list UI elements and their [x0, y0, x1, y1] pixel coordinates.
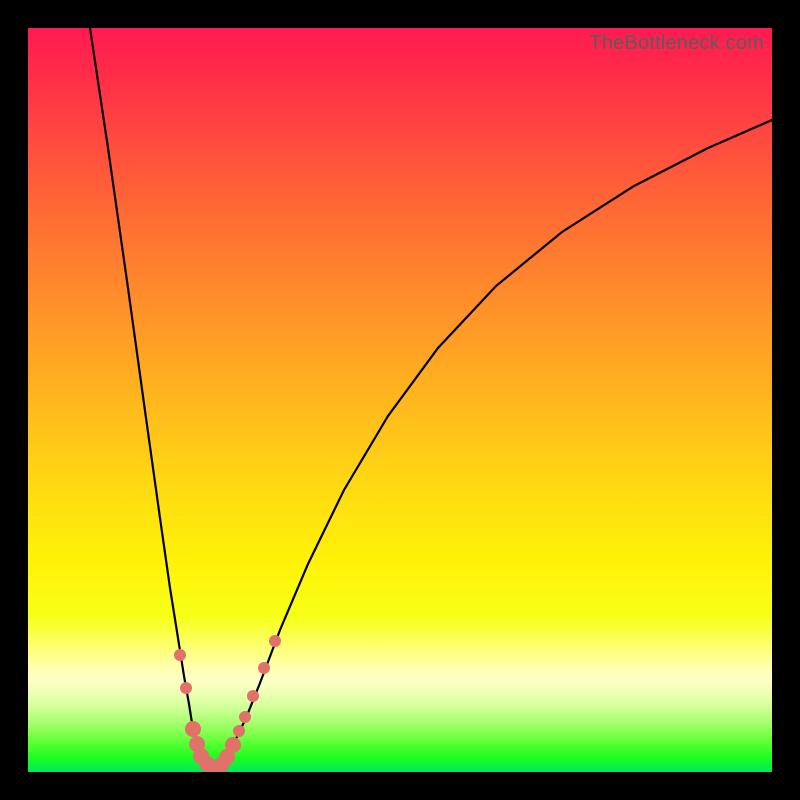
data-point-marker	[269, 635, 281, 647]
data-point-marker	[239, 711, 251, 723]
data-point-marker	[185, 721, 201, 737]
plot-area: TheBottleneck.com	[28, 28, 772, 772]
outer-frame: TheBottleneck.com	[0, 0, 800, 800]
left-branch-curve	[90, 28, 214, 768]
marker-group	[174, 635, 281, 772]
data-point-marker	[180, 682, 192, 694]
curve-group	[90, 28, 772, 768]
data-point-marker	[174, 649, 186, 661]
data-point-marker	[233, 725, 245, 737]
watermark-text: TheBottleneck.com	[589, 32, 764, 55]
data-point-marker	[247, 690, 259, 702]
data-point-marker	[225, 737, 241, 753]
data-point-marker	[258, 662, 270, 674]
right-branch-curve	[214, 120, 772, 768]
chart-svg	[28, 28, 772, 772]
